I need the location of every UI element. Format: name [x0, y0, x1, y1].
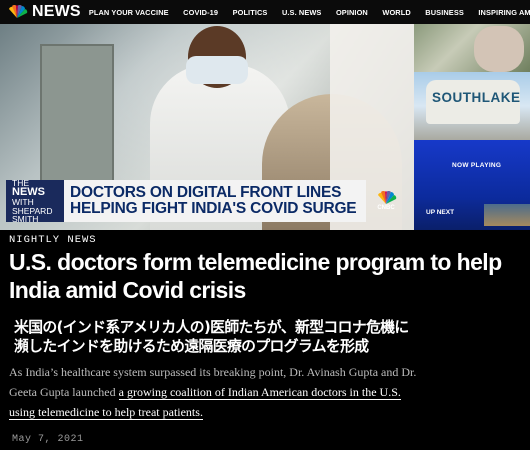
video-scene-door	[40, 44, 114, 198]
up-next-tile[interactable]: UP NEXT	[414, 200, 530, 230]
cnbc-peacock-icon	[378, 191, 397, 204]
coalition-link[interactable]: a growing coalition of Indian American d…	[118, 385, 401, 400]
up-next-label: UP NEXT	[426, 209, 455, 216]
video-playlist: SOUTHLAKE NOW PLAYING UP NEXT	[414, 24, 530, 230]
summary-line-3: using telemedicine to help treat patient…	[9, 402, 529, 422]
telemedicine-link[interactable]: using telemedicine to help treat patient…	[9, 405, 203, 420]
now-playing-label: NOW PLAYING	[452, 162, 502, 169]
lower-third-line2: HELPING FIGHT INDIA'S COVID SURGE	[70, 200, 357, 217]
nav-item-opinion[interactable]: OPINION	[336, 8, 368, 17]
article-kicker[interactable]: NIGHTLY NEWS	[9, 234, 97, 246]
network-logo: CNBC	[366, 180, 406, 222]
now-playing-tile[interactable]: NOW PLAYING	[414, 140, 530, 200]
top-nav-bar: NEWS PLAN YOUR VACCINE COVID-19 POLITICS…	[0, 0, 530, 24]
nav-items: PLAN YOUR VACCINE COVID-19 POLITICS U.S.…	[89, 8, 530, 17]
water-tower-image: SOUTHLAKE	[426, 80, 520, 124]
nav-item-world[interactable]: WORLD	[382, 8, 410, 17]
video-scene-face-mask	[186, 56, 248, 84]
water-tower-text: SOUTHLAKE	[432, 90, 521, 105]
nav-item-politics[interactable]: POLITICS	[233, 8, 268, 17]
article-summary: As India’s healthcare system surpassed i…	[9, 362, 529, 422]
lower-third-headline: DOCTORS ON DIGITAL FRONT LINES HELPING F…	[64, 180, 366, 222]
playlist-thumb-1[interactable]	[414, 24, 530, 72]
lower-third-banner: THE NEWS WITH SHEPARD SMITH DOCTORS ON D…	[6, 178, 406, 224]
nav-item-plan-your-vaccine[interactable]: PLAN YOUR VACCINE	[89, 8, 169, 17]
summary-line-2: Geeta Gupta launched a growing coalition…	[9, 382, 529, 402]
show-logo: THE NEWS WITH SHEPARD SMITH	[6, 178, 64, 224]
nav-item-business[interactable]: BUSINESS	[425, 8, 464, 17]
nav-item-inspiring-america[interactable]: INSPIRING AMERICA	[478, 8, 530, 17]
summary-line-1: As India’s healthcare system surpassed i…	[9, 365, 417, 379]
nbc-news-logo[interactable]: NEWS	[6, 3, 81, 21]
publish-date: May 7, 2021	[12, 434, 84, 445]
network-logo-text: CNBC	[377, 205, 395, 211]
up-next-thumbnail	[484, 204, 530, 226]
peacock-icon	[9, 5, 28, 18]
nav-item-us-news[interactable]: U.S. NEWS	[282, 8, 322, 17]
japanese-caption: 米国の(インド系アメリカ人の)医師たちが、新型コロナ危機に 瀕したインドを助ける…	[14, 319, 409, 355]
article-title: U.S. doctors form telemedicine program t…	[9, 249, 502, 303]
lower-third-line1: DOCTORS ON DIGITAL FRONT LINES	[70, 183, 342, 201]
nav-item-covid-19[interactable]: COVID-19	[183, 8, 218, 17]
video-player[interactable]: THE NEWS WITH SHEPARD SMITH DOCTORS ON D…	[0, 24, 414, 230]
thumb-person	[474, 26, 524, 72]
logo-text: NEWS	[32, 3, 81, 20]
summary-line-2-prefix: Geeta Gupta launched	[9, 385, 119, 399]
show-logo-line5: SMITH	[12, 214, 39, 224]
